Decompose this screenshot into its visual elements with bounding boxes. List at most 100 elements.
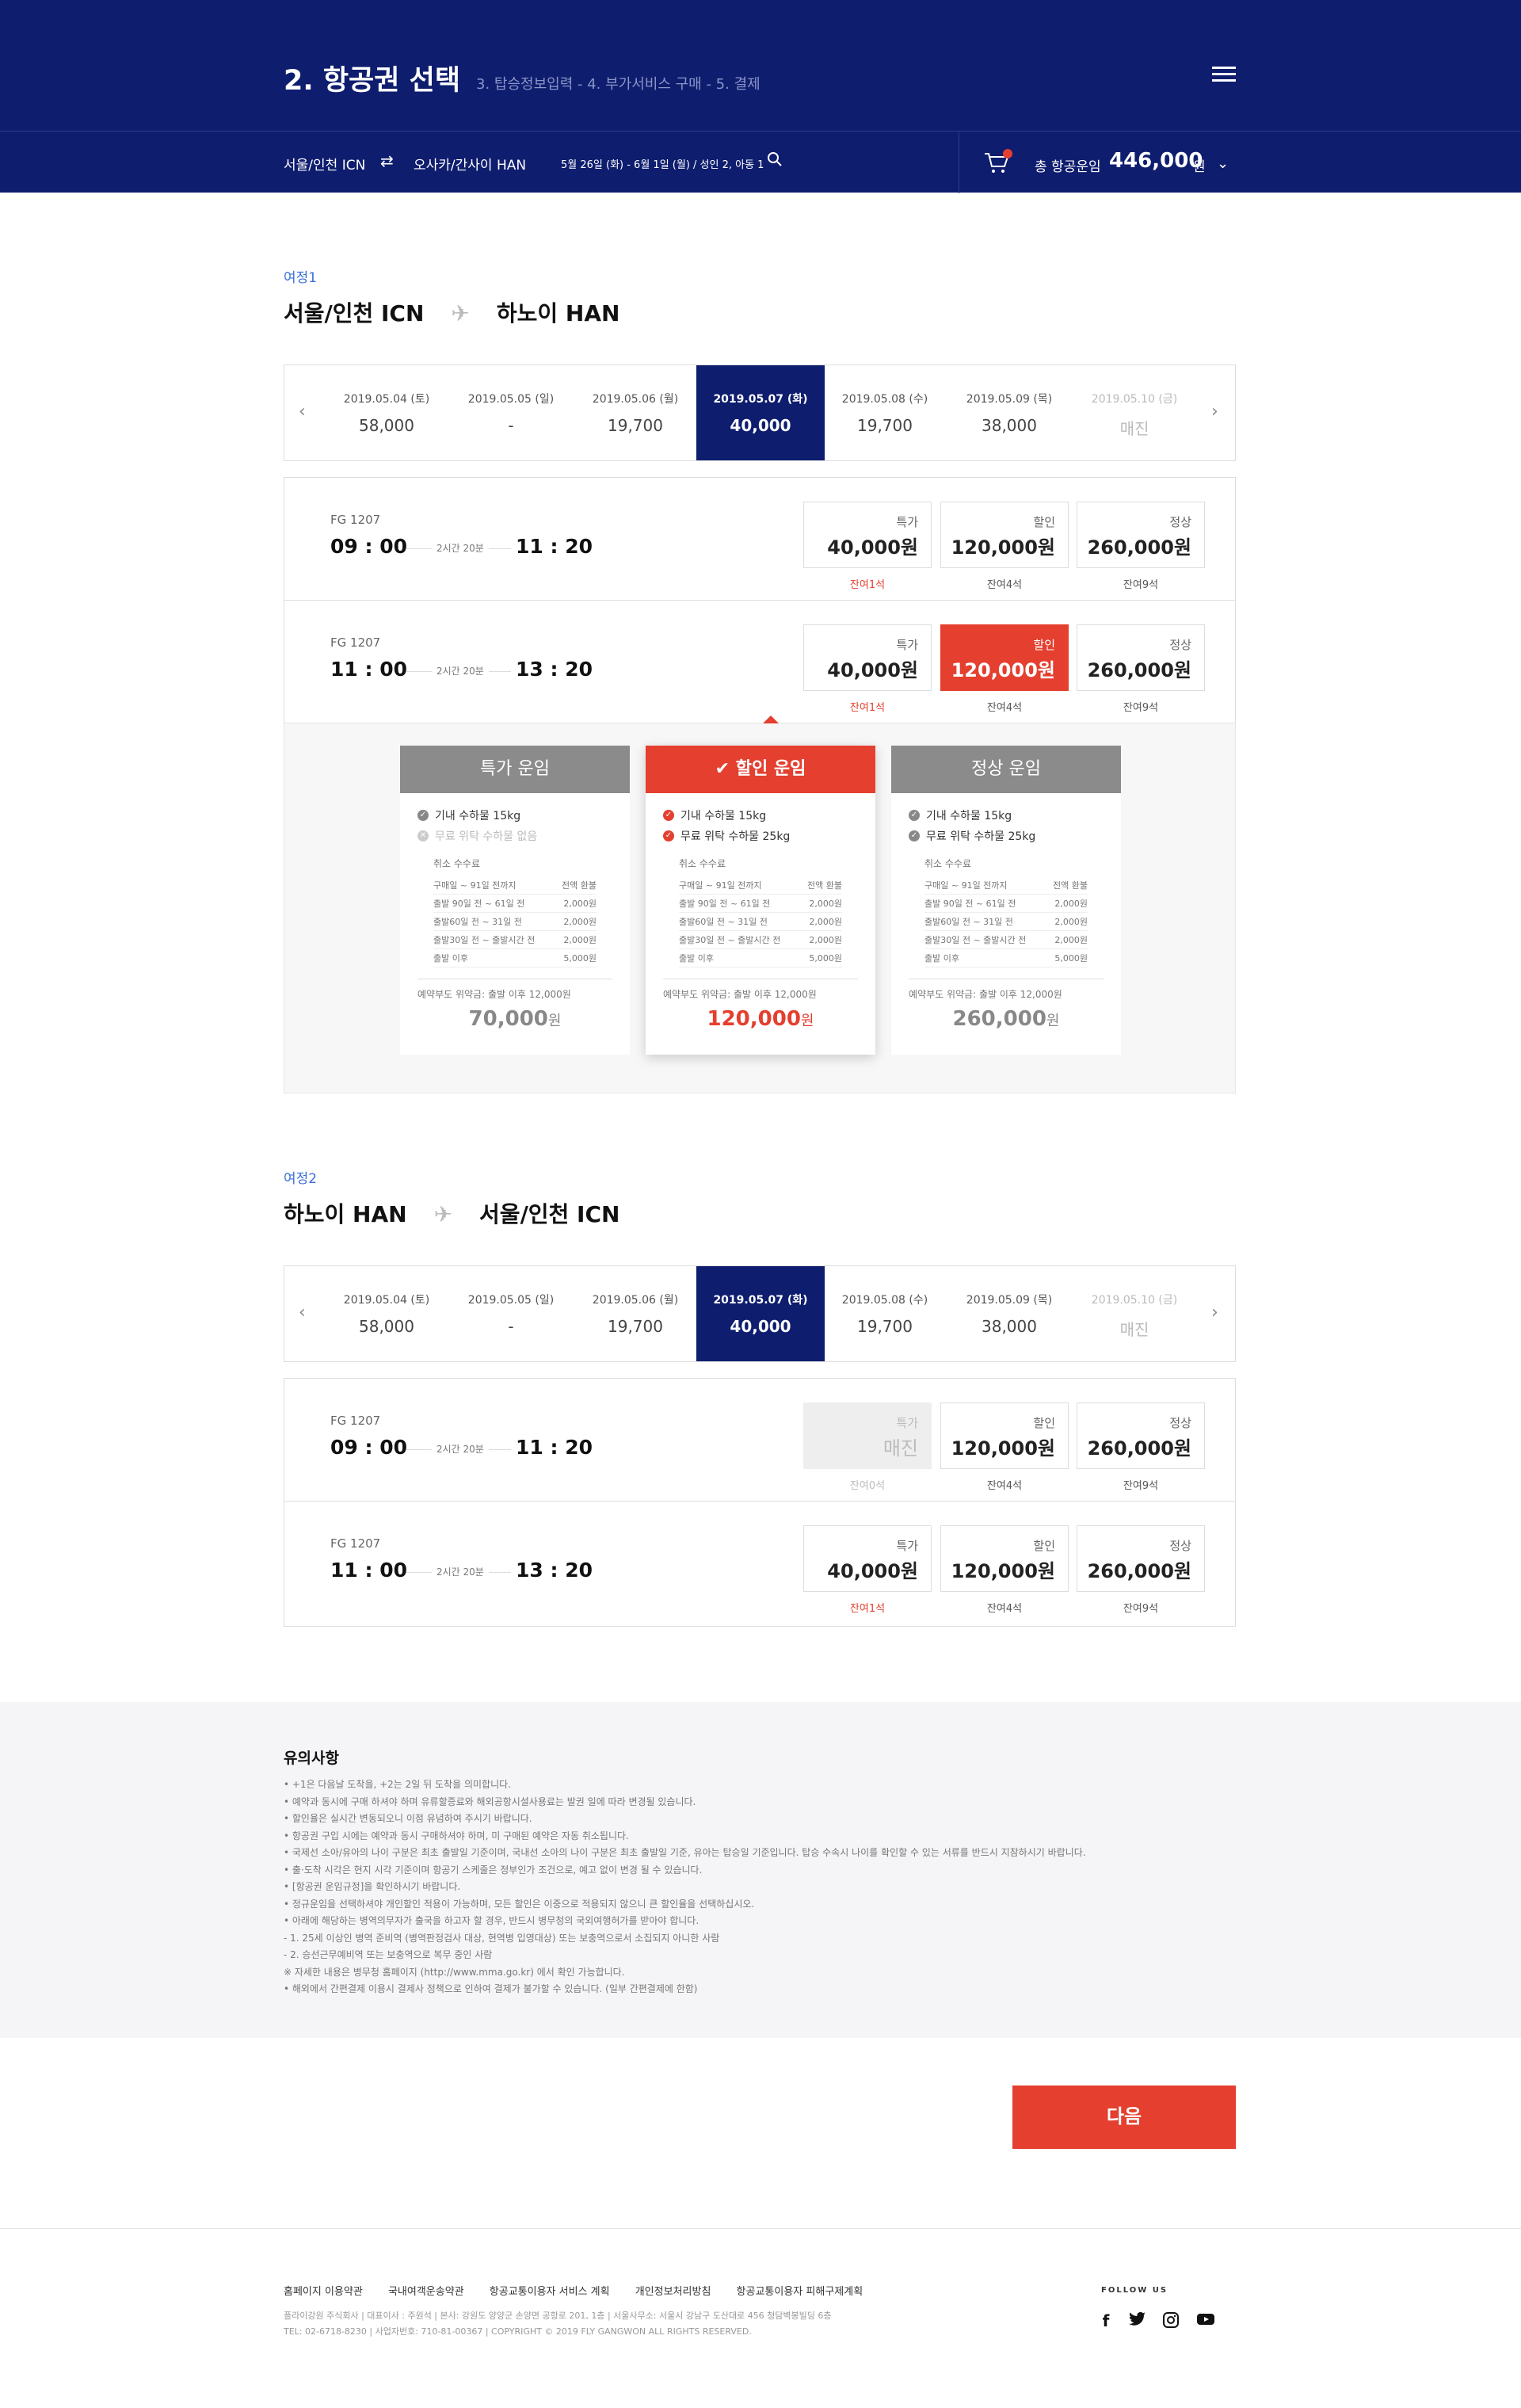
route-destination: 서울/인천 ICN xyxy=(479,1201,620,1227)
fare-button-normal[interactable]: 정상 260,000원 xyxy=(1077,502,1205,568)
pointer-caret xyxy=(763,716,779,723)
arrival-time: 11 : 20 xyxy=(516,1436,593,1459)
notice-item: - 1. 25세 이상인 병역 준비역 (병역판정검사 대상, 현역병 입영대상… xyxy=(284,1932,720,1944)
notice-item: • 정규운임을 선택하셔야 개인할인 적용이 가능하며, 모든 할인은 이중으로… xyxy=(284,1898,755,1910)
departure-time: 11 : 00 xyxy=(330,658,407,681)
page-title: 2. 항공권 선택 xyxy=(284,65,461,97)
route-origin: 하노이 HAN xyxy=(284,1201,407,1227)
notice-item: • 출·도착 시각은 현지 시각 기준이며 항공기 스케줄은 정부인가 조건으로… xyxy=(284,1864,703,1876)
fare-card-discount-selected[interactable]: ✔ 할인 운임 ✓ 기내 수하물 15kg ✓ 무료 위탁 수하물 25kg 취소 … xyxy=(646,746,875,1055)
date-option-selected[interactable]: 2019.05.07 (화) 40,000 xyxy=(696,1266,825,1361)
search-summary: 5월 26일 (화) - 6월 1일 (월) / 성인 2, 아동 1 xyxy=(561,159,764,171)
fare-button-discount[interactable]: 할인 120,000원 xyxy=(940,1402,1069,1469)
date-option-selected[interactable]: 2019.05.07 (화) 40,000 xyxy=(696,365,825,460)
menu-icon[interactable] xyxy=(1212,67,1236,82)
cancel-fee-row: 출발 90일 전 ~ 61일 전 2,000원 xyxy=(924,895,1088,913)
date-option[interactable]: 2019.05.08 (수) 19,700 xyxy=(821,1266,949,1361)
check-icon: ✓ xyxy=(909,810,920,821)
fare-card-normal[interactable]: 정상 운임 ✓ 기내 수하물 15kg ✓ 무료 위탁 수하물 25kg 취소 수수… xyxy=(891,746,1121,1055)
top-header: 2. 항공권 선택 3. 탑승정보입력 - 4. 부가서비스 구매 - 5. 결… xyxy=(0,0,1521,131)
flight-number: FG 1207 xyxy=(330,1536,381,1551)
flight-row: FG 1207 11 : 00 2시간 20분 13 : 20 특가 40,000… xyxy=(284,1502,1235,1624)
fare-button-special[interactable]: 특가 40,000원 xyxy=(803,1525,932,1592)
date-option[interactable]: 2019.05.09 (목) 38,000 xyxy=(945,1266,1073,1361)
total-fare-price: 446,000 xyxy=(1109,149,1203,173)
flight-number: FG 1207 xyxy=(330,513,381,527)
twitter-icon[interactable] xyxy=(1128,2311,1147,2330)
fare-button-normal[interactable]: 정상 260,000원 xyxy=(1077,1402,1205,1469)
fare-card-special[interactable]: 특가 운임 ✓ 기내 수하물 15kg ✕ 무료 위탁 수하물 없음 취소 수수료 … xyxy=(400,746,630,1055)
cancel-fee-row: 구매일 ~ 91일 전까지 전액 환불 xyxy=(433,876,597,895)
footer-link[interactable]: 홈페이지 이용약관 xyxy=(284,2286,363,2298)
fare-button-discount[interactable]: 할인 120,000원 xyxy=(940,502,1069,568)
footer-link[interactable]: 개인정보처리방침 xyxy=(635,2286,711,2298)
flight-duration: 2시간 20분 xyxy=(432,1442,489,1456)
fare-card-title: ✔ 할인 운임 xyxy=(646,746,875,793)
instagram-icon[interactable] xyxy=(1161,2311,1180,2330)
fare-card-title: 정상 운임 xyxy=(891,746,1121,793)
seats-left: 잔여4석 xyxy=(986,1603,1023,1615)
notice-item: • 해외에서 간편결제 이용시 결제사 정책으로 인하여 결제가 불가할 수 있… xyxy=(284,1983,698,1994)
prev-arrow-icon[interactable]: ‹ xyxy=(299,1303,306,1322)
step-progress: 3. 탑승정보입력 - 4. 부가서비스 구매 - 5. 결제 xyxy=(476,76,760,93)
fare-button-normal[interactable]: 정상 260,000원 xyxy=(1077,1525,1205,1592)
seats-left: 잔여4석 xyxy=(986,579,1023,591)
trip-route: 하노이 HAN ✈ 서울/인천 ICN xyxy=(284,1197,619,1229)
date-option[interactable]: 2019.05.05 (일) - xyxy=(447,365,575,460)
fare-button-special[interactable]: 특가 40,000원 xyxy=(803,624,932,691)
prev-arrow-icon[interactable]: ‹ xyxy=(299,402,306,422)
flight-row: FG 1207 11 : 00 2시간 20분 13 : 20 특가 40,000… xyxy=(284,601,1235,723)
notice-item: • 항공권 구입 시에는 예약과 동시 구매하셔야 하며, 미 구매된 예약은 … xyxy=(284,1830,629,1841)
fare-button-discount[interactable]: 할인 120,000원 xyxy=(940,1525,1069,1592)
cancel-fee-row: 출발30일 전 ~ 출발시간 전 2,000원 xyxy=(433,931,597,949)
footer-link[interactable]: 국내여객운송약관 xyxy=(388,2286,464,2298)
trip-label: 여정2 xyxy=(284,1171,318,1187)
check-icon: ✓ xyxy=(663,810,674,821)
date-option[interactable]: 2019.05.09 (목) 38,000 xyxy=(945,365,1073,460)
flight-row: FG 1207 09 : 00 2시간 20분 11 : 20 특가 매진 잔여0… xyxy=(284,1379,1235,1502)
date-option[interactable]: 2019.05.06 (월) 19,700 xyxy=(571,1266,700,1361)
date-option[interactable]: 2019.05.04 (토) 58,000 xyxy=(322,365,451,460)
baggage-benefit: ✓ 기내 수하물 15kg xyxy=(909,807,1104,823)
follow-us-label: FOLLOW US xyxy=(1101,2286,1168,2295)
facebook-icon[interactable]: f xyxy=(1096,2311,1115,2330)
fare-card-title: 특가 운임 xyxy=(400,746,630,793)
fare-button-normal[interactable]: 정상 260,000원 xyxy=(1077,624,1205,691)
flight-number: FG 1207 xyxy=(330,635,381,650)
swap-icon[interactable]: ⇄ xyxy=(380,151,394,170)
fare-card-price: 120,000원 xyxy=(707,1007,814,1031)
fare-button-special[interactable]: 특가 40,000원 xyxy=(803,502,932,568)
flight-list: FG 1207 09 : 00 2시간 20분 11 : 20 특가 매진 잔여0… xyxy=(284,1378,1236,1627)
date-option[interactable]: 2019.05.06 (월) 19,700 xyxy=(571,365,700,460)
notice-list: • +1은 다음날 도착을, +2는 2일 뒤 도착을 의미합니다. • 예약과… xyxy=(284,1776,1086,1998)
check-icon: ✓ xyxy=(909,830,920,841)
seats-left: 잔여1석 xyxy=(849,579,886,591)
noshow-penalty: 예약부도 위약금: 출발 이후 12,000원 xyxy=(909,979,1104,1001)
seats-left: 잔여0석 xyxy=(849,1480,886,1492)
seats-left: 잔여4석 xyxy=(986,1480,1023,1492)
youtube-icon[interactable] xyxy=(1196,2311,1215,2330)
flight-duration: 2시간 20분 xyxy=(432,664,489,677)
check-icon: ✓ xyxy=(663,830,674,841)
footer: 홈페이지 이용약관 국내여객운송약관 항공교통이용자 서비스 계획 개인정보처리… xyxy=(0,2228,1521,2408)
fare-button-discount-selected[interactable]: 할인 120,000원 xyxy=(940,624,1069,691)
next-button[interactable]: 다음 xyxy=(1012,2086,1236,2149)
date-option[interactable]: 2019.05.05 (일) - xyxy=(447,1266,575,1361)
date-option[interactable]: 2019.05.04 (토) 58,000 xyxy=(322,1266,451,1361)
footer-link[interactable]: 항공교통이용자 피해구제계획 xyxy=(737,2286,863,2298)
date-option[interactable]: 2019.05.08 (수) 19,700 xyxy=(821,365,949,460)
notice-item: • +1은 다음날 도착을, +2는 2일 뒤 도착을 의미합니다. xyxy=(284,1779,511,1790)
notice-item: • 아래에 해당하는 병역의무자가 출국을 하고자 할 경우, 반드시 병무청의… xyxy=(284,1915,700,1926)
notice-item: ※ 자세한 내용은 병무청 홈페이지 (http://www.mma.go.kr… xyxy=(284,1966,625,1978)
footer-link[interactable]: 항공교통이용자 서비스 계획 xyxy=(490,2286,610,2298)
next-arrow-icon[interactable]: › xyxy=(1211,402,1218,422)
chevron-down-icon[interactable]: ⌄ xyxy=(1217,155,1229,172)
search-icon[interactable] xyxy=(767,151,783,171)
seats-left: 잔여9석 xyxy=(1123,702,1159,714)
cancel-fee-row: 구매일 ~ 91일 전까지 전액 환불 xyxy=(679,876,842,895)
cancel-fee-row: 출발 이후 5,000원 xyxy=(679,949,842,967)
footer-links: 홈페이지 이용약관 국내여객운송약관 항공교통이용자 서비스 계획 개인정보처리… xyxy=(284,2283,885,2298)
notice-item: - 2. 승선근무예비역 또는 보충역으로 복무 중인 사람 xyxy=(284,1949,493,1960)
cancel-fee-row: 출발60일 전 ~ 31일 전 2,000원 xyxy=(679,913,842,931)
next-arrow-icon[interactable]: › xyxy=(1211,1303,1218,1322)
